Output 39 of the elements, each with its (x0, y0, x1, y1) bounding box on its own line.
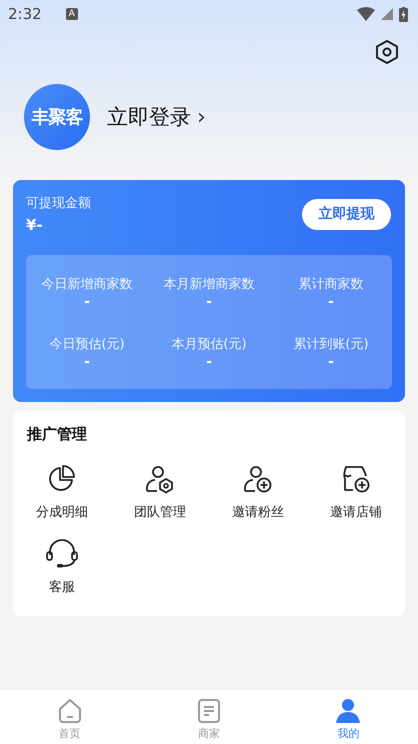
add-shop-icon (341, 464, 371, 494)
logo-avatar: 丰聚客 (24, 84, 90, 150)
menu-item[interactable]: 客服 (13, 539, 111, 596)
chevron-icon: › (197, 104, 206, 130)
login-link[interactable]: 立即登录 (107, 103, 191, 131)
stat-label: 累计商家数 (298, 276, 364, 293)
menu-item[interactable]: 邀请粉丝 (209, 464, 307, 521)
battery-icon (399, 6, 408, 22)
pie-chart-icon (47, 464, 77, 494)
menu-item[interactable]: 团队管理 (111, 464, 209, 521)
stat-label: 今日预估(元) (49, 336, 125, 353)
headset-icon (45, 539, 79, 569)
signal-icon (381, 8, 393, 20)
menu-item[interactable]: 分成明细 (13, 464, 111, 521)
home-icon (56, 698, 83, 724)
stat-value: - (328, 294, 334, 310)
section-title: 推广管理 (26, 425, 88, 444)
stat-value: - (328, 354, 334, 370)
stat-value: - (84, 294, 90, 310)
stat-value: - (206, 354, 212, 370)
nav-tab[interactable]: 我的 (278, 690, 418, 744)
user-icon (335, 698, 362, 724)
menu-item[interactable]: 邀请店铺 (307, 464, 405, 521)
balance-amount: ¥- (26, 216, 44, 234)
stat-label: 累计到账(元) (293, 336, 369, 353)
settings-icon[interactable] (374, 39, 400, 65)
stat-label: 今日新增商家数 (42, 276, 132, 293)
wifi-icon (357, 7, 375, 21)
stat-label: 本月预估(元) (171, 336, 247, 353)
document-icon (196, 698, 222, 724)
withdraw-button[interactable]: 立即提现 (302, 198, 391, 230)
user-gear-icon (145, 464, 175, 494)
notification-icon: A (66, 8, 78, 20)
status-time: 2:32 (8, 5, 42, 23)
stat-value: - (206, 294, 212, 310)
stat-label: 本月新增商家数 (164, 276, 254, 293)
stat-value: - (84, 354, 90, 370)
balance-label: 可提现金额 (26, 195, 91, 212)
add-user-icon (243, 464, 273, 494)
